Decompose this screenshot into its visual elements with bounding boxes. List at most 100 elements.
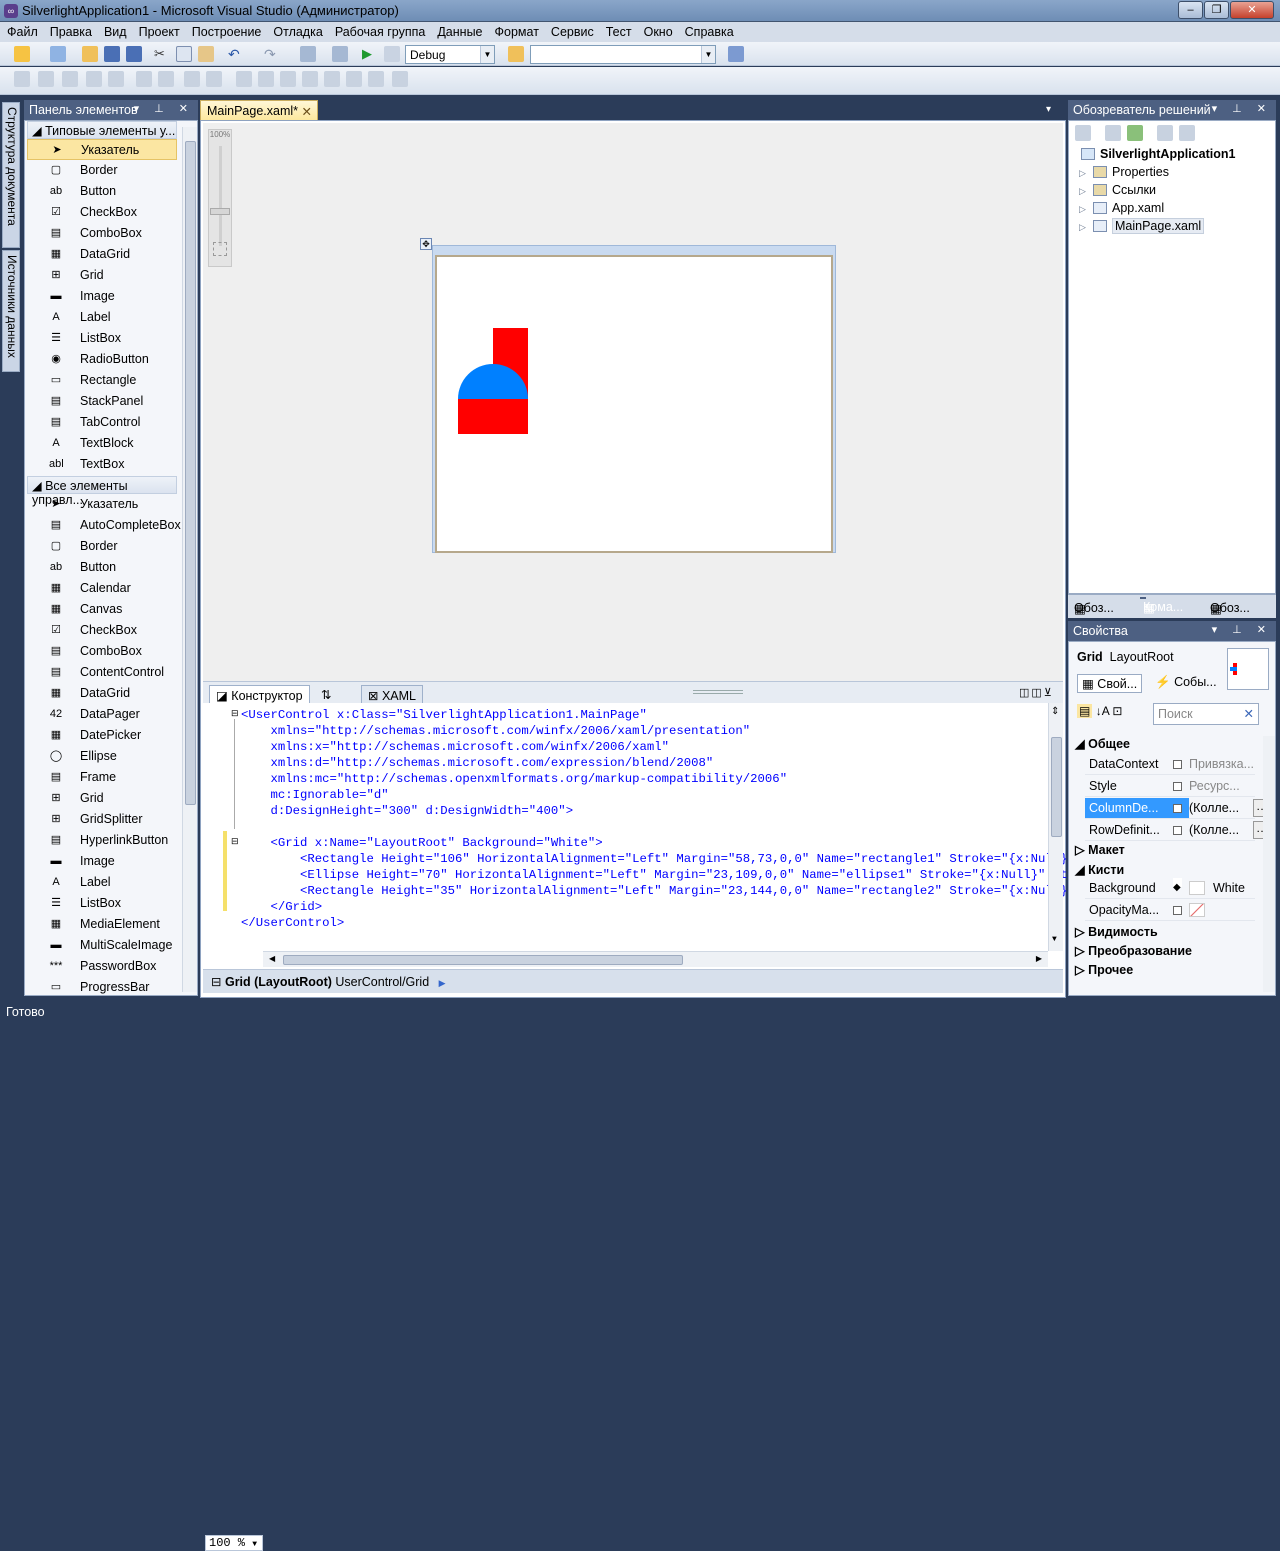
navigate-forward-icon[interactable] xyxy=(332,46,348,62)
menu-debug[interactable]: Отладка xyxy=(266,22,327,40)
cut-icon[interactable]: ✂ xyxy=(154,46,170,62)
scrollbar-thumb[interactable] xyxy=(283,955,683,965)
panel-controls[interactable]: ▾ ⊥ ✕ xyxy=(1212,102,1272,116)
expand-icon[interactable]: ▷ xyxy=(1079,204,1093,215)
navigate-backward-icon[interactable] xyxy=(300,46,316,62)
category-brushes[interactable]: ◢ Кисти xyxy=(1075,862,1124,877)
paste-icon[interactable] xyxy=(198,46,214,62)
collapse-outline-icon[interactable]: ⊟ xyxy=(231,837,239,847)
toolbox-item[interactable]: ▦ Calendar xyxy=(27,578,177,599)
toolbox-item[interactable]: abl TextBox xyxy=(27,454,177,475)
center-horizontally-icon[interactable] xyxy=(258,71,274,87)
prop-row-selected[interactable]: ColumnDe... (Колле... xyxy=(1085,798,1261,819)
splitter-grip[interactable] xyxy=(693,690,743,694)
category-general[interactable]: ◢ Общее xyxy=(1075,736,1130,751)
project-node[interactable]: SilverlightApplication1 xyxy=(1081,147,1235,161)
toolbox-item[interactable]: ▭ ProgressBar xyxy=(27,977,177,995)
chevron-down-icon[interactable]: ▼ xyxy=(1052,935,1057,944)
attach-icon[interactable] xyxy=(384,46,400,62)
document-list-dropdown-icon[interactable]: ▾ xyxy=(1046,104,1051,115)
toolbox-item[interactable]: ▤ ContentControl xyxy=(27,662,177,683)
breadcrumb-current[interactable]: Grid (LayoutRoot) xyxy=(225,975,332,989)
category-visibility[interactable]: ▷ Видимость xyxy=(1075,924,1158,939)
toolbox-item[interactable]: ▬ Image xyxy=(27,286,177,307)
menu-window[interactable]: Окно xyxy=(637,22,678,40)
clear-search-icon[interactable]: ✕ xyxy=(1244,706,1254,721)
toolbox-item[interactable]: ▤ AutoCompleteBox xyxy=(27,515,181,536)
toolbox-item[interactable]: ⊞ Grid xyxy=(27,265,177,286)
document-tab-mainpage[interactable]: MainPage.xaml* ✕ xyxy=(200,100,318,121)
toolbox-item[interactable]: ◉ RadioButton xyxy=(27,349,177,370)
make-same-width-icon[interactable] xyxy=(136,71,152,87)
white-swatch[interactable] xyxy=(1189,881,1205,895)
xaml-vertical-scrollbar[interactable]: ⇕ ▼ xyxy=(1048,703,1063,951)
menu-help[interactable]: Справка xyxy=(678,22,739,40)
toolbox-item[interactable]: A Label xyxy=(27,872,177,893)
new-project-icon[interactable] xyxy=(14,46,30,62)
toolbox-item[interactable]: ☰ ListBox xyxy=(27,328,177,349)
menu-test[interactable]: Тест xyxy=(599,22,637,40)
tab-order-icon[interactable] xyxy=(346,71,362,87)
toolbox-item[interactable]: ab Button xyxy=(27,557,177,578)
filter-icon[interactable]: ⊡ xyxy=(1112,704,1122,718)
categorized-icon[interactable]: ▤ xyxy=(1077,704,1093,718)
tree-item-properties[interactable]: ▷ Properties xyxy=(1079,165,1169,179)
breadcrumb-arrow-icon[interactable]: ▶ xyxy=(439,978,446,988)
property-marker-icon[interactable] xyxy=(1173,906,1182,915)
align-lefts-icon[interactable] xyxy=(14,71,30,87)
tab-properties[interactable]: ▦ Свой... xyxy=(1077,674,1143,693)
property-marker-icon[interactable] xyxy=(1173,804,1182,813)
add-item-icon[interactable] xyxy=(50,46,66,62)
make-same-height-icon[interactable] xyxy=(158,71,174,87)
rectangle2[interactable] xyxy=(458,399,528,434)
panel-controls[interactable]: ▾ ⊥ ✕ xyxy=(1212,623,1272,637)
solution-explorer-icon[interactable] xyxy=(728,46,744,62)
category-layout[interactable]: ▷ Макет xyxy=(1075,842,1125,857)
breadcrumb-path[interactable]: UserControl/Grid xyxy=(335,975,429,989)
tree-item-references[interactable]: ▷ Ссылки xyxy=(1079,183,1156,197)
prop-row[interactable]: Background ◆ White xyxy=(1085,878,1255,899)
toolbox-item[interactable]: ▢ Border xyxy=(27,160,177,181)
toolbox-item[interactable]: A TextBlock xyxy=(27,433,177,454)
code-zoom-select[interactable]: 100 % ▼ xyxy=(205,1535,263,1551)
design-surface[interactable]: 100% ✥ xyxy=(203,123,1063,681)
close-tab-icon[interactable]: ✕ xyxy=(302,104,312,119)
redo-icon[interactable]: ↷ xyxy=(264,46,280,62)
properties-icon[interactable] xyxy=(1075,125,1091,141)
zoom-slider[interactable]: 100% xyxy=(208,129,232,267)
toolbox-item[interactable]: ◯ Ellipse xyxy=(27,746,177,767)
view-designer-icon[interactable] xyxy=(1179,125,1195,141)
show-all-files-icon[interactable] xyxy=(1105,125,1121,141)
close-window-button[interactable]: ✕ xyxy=(1230,1,1274,19)
send-to-back-icon[interactable] xyxy=(324,71,340,87)
lock-controls-icon[interactable] xyxy=(368,71,384,87)
toolbox-item[interactable]: ab Button xyxy=(27,181,177,202)
align-centers-icon[interactable] xyxy=(38,71,54,87)
toolbox-item[interactable]: ⊞ Grid xyxy=(27,788,177,809)
tree-item-app-xaml[interactable]: ▷ App.xaml xyxy=(1079,201,1164,215)
size-to-grid-icon[interactable] xyxy=(184,71,200,87)
toolbox-item[interactable]: ▤ StackPanel xyxy=(27,391,177,412)
maximize-button[interactable]: ❐ xyxy=(1204,1,1229,19)
bring-to-front-icon[interactable] xyxy=(302,71,318,87)
toolbox-item[interactable]: 42 DataPager xyxy=(27,704,177,725)
horizontal-spacing-icon[interactable] xyxy=(206,71,222,87)
toolbox-item[interactable]: ⊞ GridSplitter xyxy=(27,809,177,830)
prop-row[interactable]: DataContext Привязка... xyxy=(1085,754,1255,775)
menu-project[interactable]: Проект xyxy=(132,22,185,40)
toolbox-item[interactable]: ▦ DataGrid xyxy=(27,683,177,704)
chevron-left-icon[interactable]: ◀ xyxy=(269,954,275,964)
menu-data[interactable]: Данные xyxy=(430,22,487,40)
tab-xaml[interactable]: ⊠ XAML xyxy=(361,685,424,704)
toolbox-item[interactable]: ▦ DataGrid xyxy=(27,244,177,265)
align-middles-icon[interactable] xyxy=(108,71,124,87)
view-code-icon[interactable] xyxy=(1157,125,1173,141)
category-other[interactable]: ▷ Прочее xyxy=(1075,962,1133,977)
prop-row[interactable]: Style Ресурс... xyxy=(1085,776,1255,797)
panel-controls[interactable]: ▾ ⊥ ✕ xyxy=(134,102,194,116)
toolbox-scrollbar[interactable] xyxy=(182,127,197,992)
zoom-thumb[interactable] xyxy=(210,208,230,215)
tab-events[interactable]: ⚡ Собы... xyxy=(1155,675,1217,690)
center-vertically-icon[interactable] xyxy=(280,71,296,87)
scrollbar-thumb[interactable] xyxy=(185,141,196,805)
